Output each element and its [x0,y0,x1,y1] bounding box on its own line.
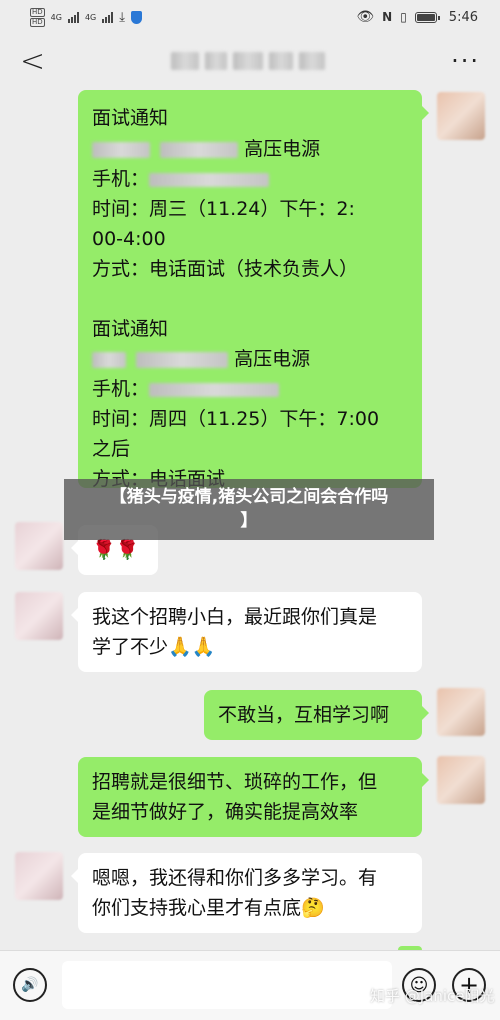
message-text: 我这个招聘小白，最近跟你们真是 [92,606,378,628]
more-button[interactable]: ··· [451,47,480,75]
message-text: 面试通知 [92,318,169,340]
battery-icon [414,11,440,23]
phone-label: 手机： [92,378,150,400]
avatar[interactable] [437,756,485,804]
message-text: 嗯嗯，我还得和你们多多学习。有 [92,867,378,889]
chat-header: < ··· [0,34,500,88]
message-text: 学了不少🙏🙏 [92,636,216,658]
watermark: 知乎 @Janice阳光 [370,987,495,1005]
message-text: 招聘就是很细节、琐碎的工作，但 [92,771,378,793]
message-bubble[interactable]: 面试通知 高压电源 手机： 时间：周三（11.24）下午：2: 00-4:00 … [78,90,429,490]
overlay-banner: 【猪头与疫情,猪头公司之间会合作吗 】 [64,479,434,540]
eye-icon: 👁 [356,9,375,25]
phone-label: 手机： [92,168,150,190]
voice-icon[interactable]: 🔊 [13,968,47,1002]
banner-line: 】 [240,511,258,531]
message-text: 方式：电话面试（技术负责人） [92,258,359,280]
company-suffix: 高压电源 [234,348,311,370]
nfc-icon: N [382,10,393,24]
signal-icon [67,11,79,23]
message-text: 00-4:00 [92,228,166,250]
status-bar: HD HD 4G 4G ⤓ 👁 N ▯ 5:46 [0,0,500,34]
message-text: 高压电源 [92,134,408,164]
hd-badge: HD [30,7,45,17]
shield-icon [131,10,142,24]
vibrate-icon: ▯ [400,10,407,24]
message-text: 之后 [92,438,131,460]
back-button[interactable]: < [20,44,45,79]
message-bubble[interactable]: 不敢当，互相学习啊 [204,690,429,740]
avatar[interactable] [15,592,63,640]
message-text: 是细节做好了，确实能提高效率 [92,801,359,823]
message-bubble[interactable]: 招聘就是很细节、琐碎的工作，但 是细节做好了，确实能提高效率 [78,757,429,837]
network-type: 4G [84,12,97,22]
hd-badge: HD [30,17,45,27]
clock: 5:46 [448,9,478,25]
avatar[interactable] [15,522,63,570]
avatar[interactable] [437,688,485,736]
company-suffix: 高压电源 [244,138,321,160]
banner-line: 【猪头与疫情,猪头公司之间会合作吗 [109,487,389,507]
network-type: 4G [50,12,62,22]
message-input[interactable] [62,961,392,1009]
message-text: 手机： [92,164,408,194]
message-text: 高压电源 [92,344,408,374]
message-text: 面试通知 [92,107,169,129]
message-bubble[interactable]: 嗯嗯，我还得和你们多多学习。有 你们支持我心里才有点底🤔 [71,853,422,933]
avatar[interactable] [437,92,485,140]
message-text: 时间：周三（11.24）下午：2: [92,198,355,220]
avatar[interactable] [15,852,63,900]
message-text: 你们支持我心里才有点底🤔 [92,897,325,919]
message-bubble[interactable]: 我这个招聘小白，最近跟你们真是 学了不少🙏🙏 [71,592,422,672]
signal-icon [102,11,114,23]
download-icon: ⤓ [119,9,125,25]
chat-title [171,52,326,70]
message-text: 手机： [92,374,408,404]
message-text: 不敢当，互相学习啊 [218,704,390,726]
message-text: 时间：周四（11.25）下午：7:00 [92,408,380,430]
